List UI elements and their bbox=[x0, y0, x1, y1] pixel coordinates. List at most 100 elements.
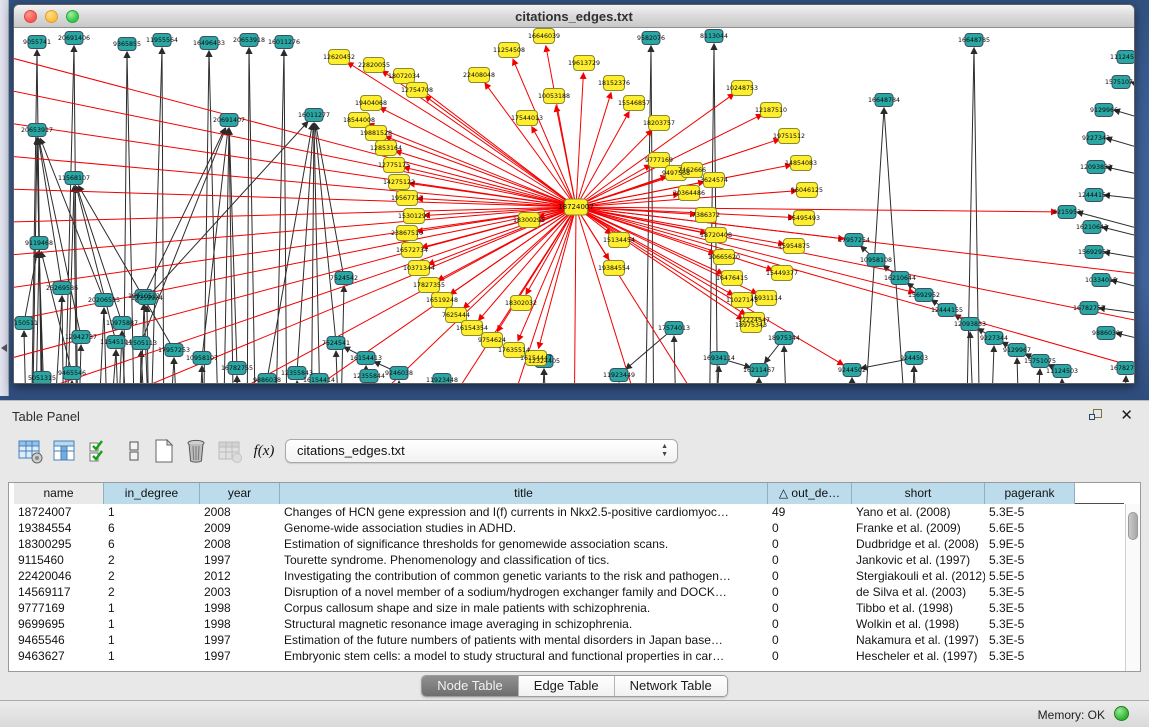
table-row[interactable]: 969969511998Structural magnetic resonanc… bbox=[14, 616, 1124, 632]
graph-edge bbox=[127, 52, 135, 384]
column-header-short[interactable]: short bbox=[852, 483, 985, 504]
cell-short: Yano et al. (2008) bbox=[852, 504, 985, 520]
graph-edge bbox=[311, 123, 314, 384]
cell-in_degree: 6 bbox=[104, 536, 200, 552]
column-header-pagerank[interactable]: pagerank bbox=[985, 483, 1075, 504]
table-mode-icon[interactable] bbox=[16, 437, 44, 465]
table-row[interactable]: 946554611997Estimation of the future num… bbox=[14, 632, 1124, 648]
graph-node-label: 16154413 bbox=[350, 355, 382, 362]
network-canvas[interactable]: 9055741206914069365855119555641649643320… bbox=[14, 28, 1134, 384]
graph-node-label: 7524541 bbox=[322, 340, 350, 347]
cell-name: 19384554 bbox=[14, 520, 104, 536]
table-row[interactable]: 911546021997Tourette syndrome. Phenomeno… bbox=[14, 552, 1124, 568]
column-header-year[interactable]: year bbox=[200, 483, 280, 504]
show-columns-icon[interactable] bbox=[50, 437, 78, 465]
table-row[interactable]: 1872400712008Changes of HCN gene express… bbox=[14, 504, 1124, 520]
delete-table-icon[interactable] bbox=[216, 437, 244, 465]
table-panel-title: Table Panel bbox=[12, 409, 80, 424]
graph-node-label: 16211467 bbox=[743, 367, 775, 374]
table-row[interactable]: 1830029562008Estimation of significance … bbox=[14, 536, 1124, 552]
table-tabs: Node TableEdge TableNetwork Table bbox=[0, 675, 1149, 699]
graph-node-label: 9119468 bbox=[25, 240, 53, 247]
graph-edge bbox=[14, 153, 576, 207]
network-window-titlebar[interactable]: citations_edges.txt bbox=[14, 5, 1134, 28]
column-header-out_degree[interactable]: △ out_de… bbox=[768, 483, 852, 504]
graph-edge bbox=[574, 207, 576, 384]
column-header-name[interactable]: name bbox=[14, 483, 104, 504]
graph-node-label: 9465546 bbox=[58, 370, 86, 377]
graph-node-label: 11955564 bbox=[146, 37, 178, 44]
table-row[interactable]: 2242004622012Investigating the contribut… bbox=[14, 568, 1124, 584]
select-columns-icon[interactable] bbox=[86, 437, 114, 465]
new-column-icon[interactable] bbox=[150, 437, 178, 465]
graph-node-label: 10958107 bbox=[186, 355, 218, 362]
graph-node-label: 12754708 bbox=[401, 87, 433, 94]
column-header-in_degree[interactable]: in_degree bbox=[104, 483, 200, 504]
cell-short: Hescheler et al. (1997) bbox=[852, 648, 985, 664]
graph-node-label: 16046125 bbox=[791, 187, 823, 194]
delete-column-icon[interactable] bbox=[182, 437, 210, 465]
function-builder-icon[interactable]: f(x) bbox=[250, 437, 278, 465]
cell-title: Embryonic stem cells: a model to study s… bbox=[280, 648, 768, 664]
tab-edge-table[interactable]: Edge Table bbox=[519, 676, 615, 696]
graph-edge bbox=[616, 383, 619, 384]
collapse-arrow-icon[interactable] bbox=[1, 344, 7, 352]
graph-node-label: 19567713 bbox=[391, 195, 423, 202]
table-row[interactable]: 1456911722003Disruption of a novel membe… bbox=[14, 584, 1124, 600]
graph-edge bbox=[1062, 379, 1064, 384]
minimize-window-button[interactable] bbox=[45, 10, 58, 23]
graph-edge bbox=[14, 118, 576, 207]
table-row[interactable]: 977716911998Corpus callosum shape and si… bbox=[14, 600, 1124, 616]
graph-edge bbox=[576, 207, 1134, 328]
close-panel-icon[interactable]: ✕ bbox=[1120, 406, 1133, 424]
graph-node-label: 20653917 bbox=[21, 127, 53, 134]
dropdown-arrows-icon: ▲▼ bbox=[661, 443, 668, 459]
graph-node-label: 7625444 bbox=[442, 312, 470, 319]
graph-node-label: 9246038 bbox=[385, 370, 413, 377]
graph-node-label: 9582076 bbox=[637, 35, 665, 42]
table-row[interactable]: 946362711997Embryonic stem cells: a mode… bbox=[14, 648, 1124, 664]
graph-edge bbox=[147, 122, 308, 298]
column-header-title[interactable]: title bbox=[280, 483, 768, 504]
row-height-icon[interactable] bbox=[120, 437, 148, 465]
split-pane-divider[interactable] bbox=[0, 0, 9, 396]
graph-node-label: 12505113 bbox=[125, 340, 157, 347]
graph-node-label: 12355844 bbox=[353, 373, 385, 380]
graph-node-label: 9129966 bbox=[1090, 107, 1118, 114]
vertical-scrollbar[interactable] bbox=[1125, 504, 1140, 671]
graph-edge bbox=[14, 207, 576, 328]
graph-edge bbox=[24, 252, 37, 323]
table-toolbar: f(x) citations_edges.txt ▲▼ bbox=[10, 437, 1140, 469]
close-window-button[interactable] bbox=[24, 10, 37, 23]
zoom-window-button[interactable] bbox=[66, 10, 79, 23]
graph-edge bbox=[297, 381, 301, 384]
table-select-dropdown[interactable]: citations_edges.txt ▲▼ bbox=[285, 439, 678, 463]
cell-short: Tibbo et al. (1998) bbox=[852, 600, 985, 616]
network-view[interactable]: 9055741206914069365855119555641649643320… bbox=[14, 28, 1134, 384]
cell-out_degree: 0 bbox=[768, 552, 852, 568]
tab-network-table[interactable]: Network Table bbox=[615, 676, 727, 696]
graph-edge bbox=[651, 46, 654, 384]
graph-node-label: 11254508 bbox=[493, 47, 525, 54]
cell-year: 1998 bbox=[200, 616, 280, 632]
graph-node-label: 18302032 bbox=[505, 300, 537, 307]
tab-node-table[interactable]: Node Table bbox=[422, 676, 519, 696]
graph-node-label: 12444154 bbox=[1078, 192, 1110, 199]
table-row[interactable]: 1938455462009Genome-wide association stu… bbox=[14, 520, 1124, 536]
float-panel-icon[interactable] bbox=[1089, 409, 1105, 423]
graph-node-label: 20653918 bbox=[233, 37, 265, 44]
graph-node-label: 12093832 bbox=[1080, 164, 1112, 171]
graph-node-label: 16011277 bbox=[298, 112, 330, 119]
graph-edge bbox=[284, 50, 287, 384]
graph-edge bbox=[862, 108, 884, 384]
graph-node-label: 12775175 bbox=[378, 162, 410, 169]
graph-edge bbox=[198, 366, 202, 384]
graph-edge bbox=[576, 207, 1134, 378]
graph-edge bbox=[336, 351, 340, 384]
scrollbar-thumb[interactable] bbox=[1128, 512, 1138, 540]
cell-pagerank: 5.3E-5 bbox=[985, 552, 1075, 568]
graph-node-label: 18544008 bbox=[343, 117, 375, 124]
graph-node-label: 17957254 bbox=[838, 237, 870, 244]
cell-year: 1997 bbox=[200, 552, 280, 568]
cell-in_degree: 2 bbox=[104, 568, 200, 584]
